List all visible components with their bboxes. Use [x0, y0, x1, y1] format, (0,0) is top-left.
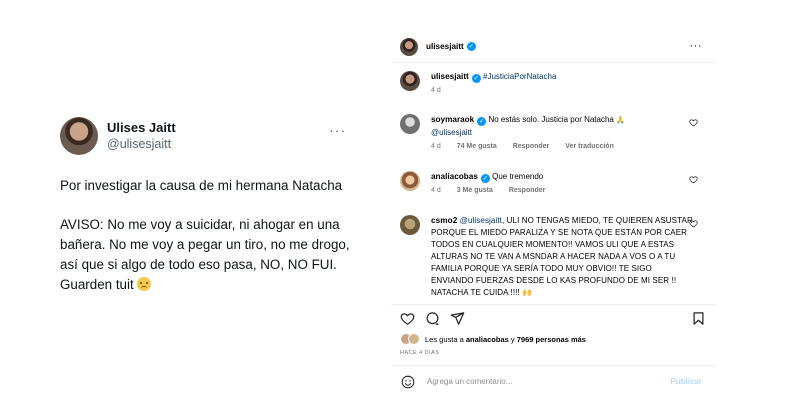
- comment-bubble-icon[interactable]: [425, 311, 440, 326]
- comment-likes[interactable]: 74 Me gusta: [457, 143, 497, 150]
- sad-face-emoji-icon: [137, 277, 152, 291]
- avatar[interactable]: [400, 215, 420, 235]
- save-bookmark-icon[interactable]: [691, 311, 706, 326]
- tweet-line-1: Por investigar la causa de mi hermana Na…: [60, 178, 343, 193]
- liker-avatar: [408, 333, 420, 345]
- more-options-icon[interactable]: ···: [329, 122, 346, 138]
- comment-text: csmo2 @ulisesjaitt, ULI NO TENGAS MIEDO,…: [431, 215, 693, 299]
- comment-meta: 4 d 74 Me gusta Responder Ver traducción: [431, 143, 712, 150]
- comment-input[interactable]: [427, 377, 647, 386]
- likes-count-link[interactable]: 7969 personas más: [517, 335, 586, 344]
- tweet-author-name[interactable]: Ulises Jaitt: [107, 120, 176, 136]
- comment-text: ulisesjaitt ✓ #JusticiaPorNatacha: [431, 71, 693, 83]
- like-comment-heart-icon[interactable]: [689, 118, 698, 127]
- comment-username[interactable]: analiacobas: [431, 172, 478, 181]
- comment-body: Que tremendo: [492, 172, 544, 181]
- more-options-icon[interactable]: ···: [690, 40, 703, 52]
- like-comment-heart-icon[interactable]: [689, 175, 698, 184]
- avatar[interactable]: [400, 171, 420, 191]
- likes-prefix: Les gusta a: [425, 334, 464, 344]
- add-comment-bar: Publicar: [391, 365, 716, 397]
- like-comment-heart-icon[interactable]: [689, 219, 698, 228]
- verified-badge-icon: ✓: [477, 117, 487, 126]
- comment-meta: 4 d: [431, 87, 712, 94]
- comment-body: No estás solo. Justicia por Natacha: [488, 115, 614, 124]
- verified-badge-icon: ✓: [471, 74, 481, 83]
- avatar[interactable]: [400, 37, 418, 56]
- instagram-post: ulisesjaitt ✓ ··· ulisesjaitt ✓ #Justicia…: [391, 31, 716, 414]
- praying-hands-emoji-icon: 🙏: [616, 117, 625, 124]
- comment-time: 4 d: [431, 187, 441, 194]
- reply-button[interactable]: Responder: [509, 187, 546, 194]
- likes-user-link[interactable]: analiacobas: [466, 335, 509, 344]
- mention-link[interactable]: @ulisesjaitt: [431, 128, 472, 137]
- comment-username[interactable]: csmo2: [431, 216, 457, 225]
- tweet-author-handle[interactable]: @ulisesjaitt: [107, 136, 176, 152]
- avatar[interactable]: [400, 114, 420, 134]
- tweet-header: Ulises Jaitt @ulisesjaitt ···: [44, 112, 364, 160]
- comment-text: analiacobas ✓ Que tremendo: [431, 171, 693, 183]
- comment-body: , ULI NO TENGAS MIEDO, TE QUIEREN ASUSTA…: [431, 216, 693, 297]
- comment-time: 4 d: [431, 87, 441, 94]
- verified-badge-icon: ✓: [480, 174, 490, 183]
- likes-text: Les gusta a analiacobas y 7969 personas …: [425, 335, 586, 344]
- post-actions-bar: [391, 304, 716, 328]
- comment-username[interactable]: soymaraok: [431, 115, 474, 124]
- caption: ulisesjaitt ✓ #JusticiaPorNatacha 4 d: [400, 71, 712, 94]
- post-author[interactable]: ulisesjaitt: [426, 42, 464, 51]
- see-translation-button[interactable]: Ver traducción: [565, 143, 614, 150]
- comment-username[interactable]: ulisesjaitt: [431, 72, 469, 81]
- comment-likes[interactable]: 3 Me gusta: [457, 187, 493, 194]
- likes-summary: Les gusta a analiacobas y 7969 personas …: [400, 333, 586, 345]
- tweet-card: Ulises Jaitt @ulisesjaitt ··· Por invest…: [44, 112, 364, 295]
- publish-button[interactable]: Publicar: [670, 377, 702, 386]
- likes-mid: y: [510, 334, 515, 344]
- like-heart-icon[interactable]: [400, 311, 415, 326]
- comment-item: analiacobas ✓ Que tremendo 4 d 3 Me gusta…: [400, 171, 712, 194]
- mention-link[interactable]: @ulisesjaitt: [460, 216, 502, 225]
- emoji-smile-icon[interactable]: [401, 375, 415, 389]
- post-date: HACE 4 DÍAS: [400, 350, 440, 356]
- comment-meta: 4 d 3 Me gusta Responder: [431, 187, 712, 194]
- avatar[interactable]: [60, 117, 98, 155]
- tweet-line-2: AVISO: No me voy a suicidar, ni ahogar e…: [60, 215, 356, 295]
- comment-time: 4 d: [431, 143, 441, 150]
- comment-text: soymaraok ✓ No estás solo. Justicia por N…: [431, 114, 693, 139]
- share-send-icon[interactable]: [450, 311, 465, 326]
- tweet-line-2-text: AVISO: No me voy a suicidar, ni ahogar e…: [60, 217, 350, 292]
- hashtag-link[interactable]: #JusticiaPorNatacha: [483, 72, 556, 81]
- verified-badge-icon: ✓: [466, 42, 476, 51]
- tweet-text: Por investigar la causa de mi hermana Na…: [60, 176, 356, 295]
- tweet-author: Ulises Jaitt @ulisesjaitt: [107, 120, 176, 152]
- comment-item: soymaraok ✓ No estás solo. Justicia por N…: [400, 114, 712, 150]
- post-header: ulisesjaitt ✓ ···: [391, 31, 716, 63]
- comments-list: ulisesjaitt ✓ #JusticiaPorNatacha 4 d soy…: [391, 71, 716, 331]
- avatar[interactable]: [400, 71, 420, 91]
- reply-button[interactable]: Responder: [513, 143, 550, 150]
